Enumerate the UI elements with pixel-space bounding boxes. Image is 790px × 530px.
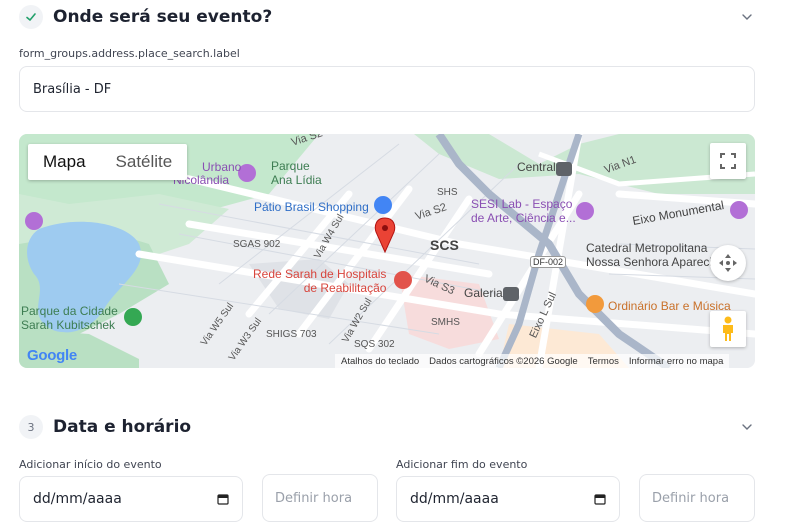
map-label: SMHS (431, 317, 460, 328)
terms-link[interactable]: Termos (588, 356, 619, 367)
calendar-icon[interactable] (217, 493, 229, 505)
start-date-label: Adicionar início do evento (19, 458, 162, 471)
map-label: Parque Ana Lídia (271, 159, 322, 187)
chevron-down-icon[interactable] (741, 421, 753, 433)
map-data-text: Dados cartográficos ©2026 Google (429, 355, 578, 367)
check-icon (19, 5, 43, 29)
fullscreen-button[interactable] (710, 143, 746, 179)
map-type-satellite-button[interactable]: Satélite (101, 144, 188, 180)
map-label: DF-002 (530, 256, 567, 269)
end-time-placeholder: Definir hora (652, 490, 730, 506)
map-label: Catedral Metropolitana Nossa Senhora Apa… (586, 241, 726, 269)
map-label: Rede Sarah de Hospitais de Reabilitação (253, 267, 387, 295)
report-error-link[interactable]: Informar erro no mapa (629, 356, 724, 367)
address-field-label: form_groups.address.place_search.label (19, 47, 240, 60)
map-label: SESI Lab - Espaço de Arte, Ciência e... (471, 197, 576, 225)
map-type-toggle: Mapa Satélite (28, 144, 188, 180)
fullscreen-icon (720, 153, 736, 169)
datetime-section-header[interactable]: 3 Data e horário (19, 411, 755, 443)
pan-arrows-icon (719, 254, 737, 272)
map-label: SHIGS 703 (266, 329, 317, 340)
section-title: Onde será seu evento? (53, 7, 273, 27)
start-date-placeholder: dd/mm/aaaa (33, 491, 122, 507)
map-widget[interactable]: Urbano Nicolândia Parque Ana Lídia Pátio… (19, 134, 755, 368)
map-label: Galeria (464, 286, 503, 300)
map-label: SCS (430, 237, 459, 253)
pegman-icon (723, 316, 733, 341)
map-label: SGAS 902 (233, 239, 281, 250)
keyboard-shortcuts-link[interactable]: Atalhos do teclado (341, 356, 419, 367)
chevron-down-icon[interactable] (741, 11, 753, 23)
map-label: Parque da Cidade Sarah Kubitschek (21, 304, 118, 332)
start-date-input[interactable]: dd/mm/aaaa (19, 476, 243, 522)
step-number-badge: 3 (19, 415, 43, 439)
google-logo: Google (27, 347, 77, 364)
end-date-placeholder: dd/mm/aaaa (410, 491, 499, 507)
map-label: SQS 302 (354, 339, 395, 350)
end-time-input[interactable]: Definir hora (639, 474, 755, 522)
map-label: Central (517, 160, 556, 174)
map-label: Pátio Brasil Shopping (254, 200, 369, 214)
section-title: Data e horário (53, 417, 192, 437)
address-search-input[interactable] (19, 66, 755, 112)
calendar-icon[interactable] (594, 493, 606, 505)
map-type-map-button[interactable]: Mapa (28, 144, 101, 180)
start-time-placeholder: Definir hora (275, 490, 353, 506)
map-label: SHS (437, 187, 458, 198)
camera-control-button[interactable] (710, 245, 746, 281)
map-attribution: Atalhos do teclado Dados cartográficos ©… (335, 354, 730, 368)
street-view-pegman[interactable] (710, 311, 746, 347)
end-date-label: Adicionar fim do evento (396, 458, 528, 471)
address-section-header[interactable]: Onde será seu evento? (19, 1, 755, 33)
end-date-input[interactable]: dd/mm/aaaa (396, 476, 620, 522)
start-time-input[interactable]: Definir hora (262, 474, 378, 522)
